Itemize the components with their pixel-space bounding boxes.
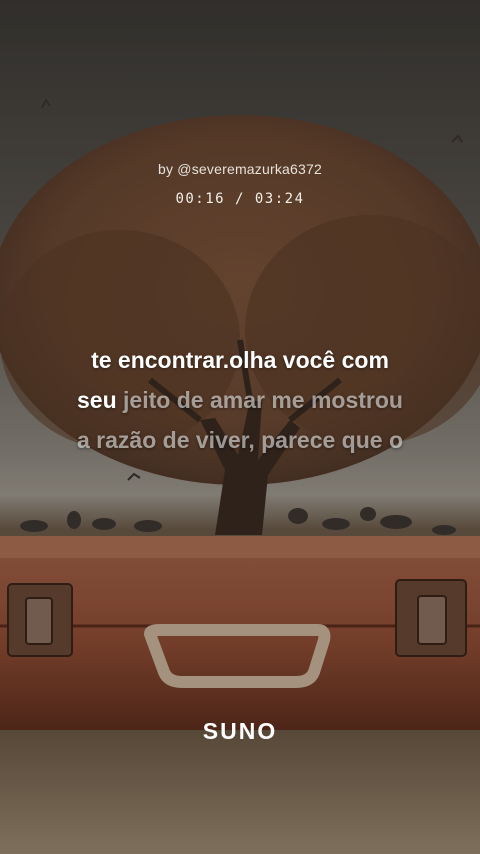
playback-time: 00:16 / 03:24	[175, 191, 305, 207]
lyric-unsung-text: jeito de amar me mostrou	[116, 387, 403, 413]
lyric-sung-text: te encontrar.olha você com	[91, 347, 389, 373]
lyric-unsung-text: a razão de viver, parece que o	[77, 427, 403, 453]
video-frame: by @severemazurka6372 00:16 / 03:24 te e…	[0, 0, 480, 854]
lyric-line-2: seu jeito de amar me mostrou	[0, 380, 480, 420]
lyrics-block: te encontrar.olha você com seu jeito de …	[0, 340, 480, 460]
artist-credit[interactable]: by @severemazurka6372	[0, 161, 480, 177]
lyric-line-3: a razão de viver, parece que o	[0, 420, 480, 460]
suno-logo: SUNO	[202, 718, 278, 744]
lyric-line-1: te encontrar.olha você com	[0, 340, 480, 380]
lyric-sung-text: seu	[77, 387, 117, 413]
